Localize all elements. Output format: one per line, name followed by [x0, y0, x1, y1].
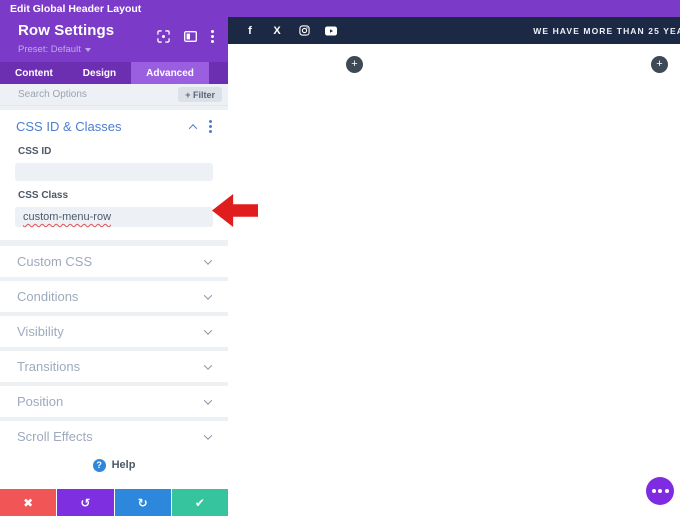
ellipsis-dot — [652, 489, 656, 493]
help-label: Help — [112, 459, 136, 471]
focus-mode-icon[interactable] — [157, 30, 170, 43]
section-head-icons — [190, 120, 212, 133]
settings-tabs: Content Design Advanced — [0, 62, 228, 84]
app-window: Edit Global Header Layout Row Settings P… — [0, 0, 680, 516]
section-scroll-effects[interactable]: Scroll Effects — [0, 421, 228, 441]
chevron-down-icon — [204, 256, 212, 264]
help-button[interactable]: ? Help — [93, 459, 136, 472]
announcement-text: WE HAVE MORE THAN 25 YEA — [533, 26, 680, 36]
chevron-down-icon — [204, 431, 212, 439]
css-class-value: custom-menu-row — [23, 211, 111, 223]
ellipsis-dot — [665, 489, 669, 493]
chevron-down-icon — [204, 291, 212, 299]
facebook-icon[interactable]: f — [244, 25, 256, 37]
tab-content[interactable]: Content — [0, 62, 68, 84]
section-title: CSS ID & Classes — [16, 119, 121, 134]
section-label: Position — [17, 394, 63, 409]
edit-layout-titlebar: Edit Global Header Layout — [0, 0, 680, 17]
chevron-down-icon — [204, 326, 212, 334]
ellipsis-dot — [658, 489, 662, 493]
help-footer: ? Help — [0, 441, 228, 489]
panel-header-icons — [157, 30, 214, 43]
section-label: Conditions — [17, 289, 78, 304]
row-settings-panel: Row Settings Preset: Default — [0, 17, 228, 516]
section-conditions[interactable]: Conditions — [0, 281, 228, 312]
help-icon: ? — [93, 459, 106, 472]
add-section-button-left[interactable]: + — [346, 56, 363, 73]
page-settings-button[interactable] — [646, 477, 674, 505]
chevron-up-icon[interactable] — [189, 124, 197, 132]
save-button[interactable]: ✔ — [172, 489, 228, 516]
section-position[interactable]: Position — [0, 386, 228, 417]
youtube-icon[interactable] — [325, 26, 337, 36]
chevron-down-icon — [204, 396, 212, 404]
caret-down-icon — [85, 48, 91, 52]
kebab-menu-icon[interactable] — [211, 30, 214, 43]
css-fields: CSS ID CSS Class custom-menu-row — [0, 146, 228, 227]
section-transitions[interactable]: Transitions — [0, 351, 228, 382]
x-icon[interactable]: X — [271, 25, 283, 37]
tab-advanced[interactable]: Advanced — [131, 62, 209, 84]
css-id-label: CSS ID — [18, 146, 210, 157]
main-layout: Row Settings Preset: Default — [0, 17, 680, 516]
settings-content: CSS ID & Classes CSS ID CSS Class — [0, 106, 228, 441]
css-id-classes-section: CSS ID & Classes CSS ID CSS Class — [0, 110, 228, 240]
preset-selector[interactable]: Preset: Default — [18, 44, 91, 55]
search-bar: + Filter — [0, 84, 228, 106]
add-section-button-right[interactable]: + — [651, 56, 668, 73]
tab-design[interactable]: Design — [68, 62, 131, 84]
site-header-bar: f X — [228, 17, 680, 44]
section-label: Custom CSS — [17, 254, 92, 269]
css-class-input[interactable]: custom-menu-row — [15, 207, 213, 227]
social-links: f X — [244, 25, 337, 37]
undo-button[interactable]: ↺ — [57, 489, 113, 516]
preview-canvas: f X — [228, 17, 680, 516]
redo-button[interactable]: ↻ — [115, 489, 171, 516]
titlebar-title: Edit Global Header Layout — [10, 3, 141, 15]
kebab-menu-icon[interactable] — [209, 120, 212, 133]
instagram-icon[interactable] — [298, 25, 310, 36]
discard-button[interactable]: ✖ — [0, 489, 56, 516]
section-label: Visibility — [17, 324, 64, 339]
search-input[interactable] — [18, 89, 172, 100]
section-label: Transitions — [17, 359, 80, 374]
section-label: Scroll Effects — [17, 429, 93, 441]
preset-label: Preset: Default — [18, 44, 81, 55]
split-view-icon[interactable] — [184, 31, 197, 42]
panel-header: Row Settings Preset: Default — [0, 17, 228, 62]
filter-button[interactable]: + Filter — [178, 87, 222, 102]
css-id-classes-toggle[interactable]: CSS ID & Classes — [0, 110, 228, 137]
section-custom-css[interactable]: Custom CSS — [0, 246, 228, 277]
chevron-down-icon — [204, 361, 212, 369]
action-bar: ✖ ↺ ↻ ✔ — [0, 489, 228, 516]
css-class-label: CSS Class — [18, 190, 210, 201]
section-visibility[interactable]: Visibility — [0, 316, 228, 347]
css-id-input[interactable] — [15, 163, 213, 181]
